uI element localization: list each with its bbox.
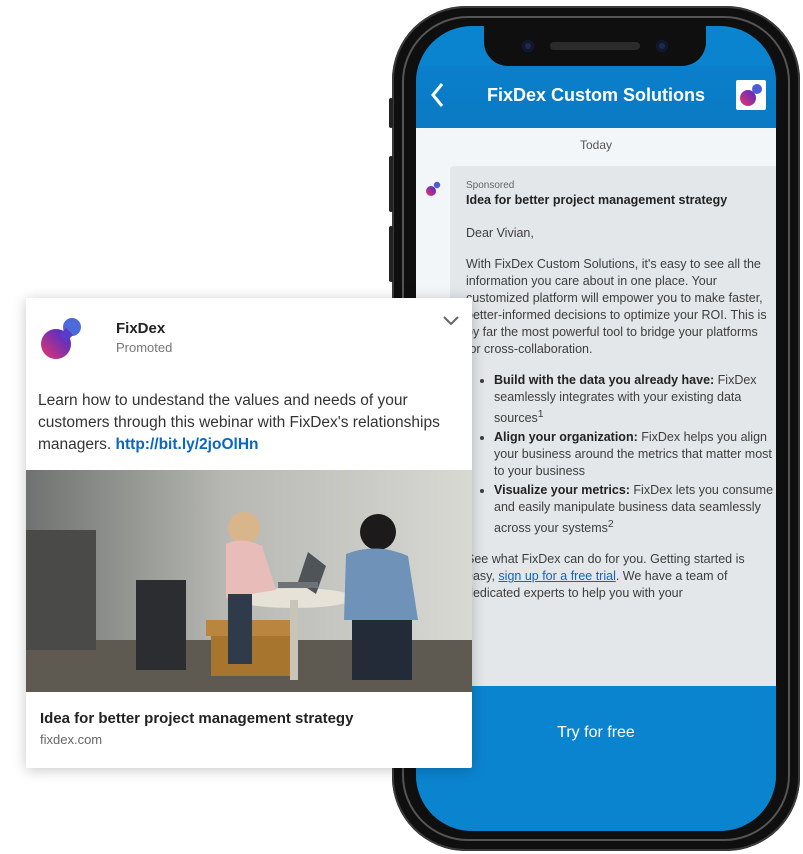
message-greeting: Dear Vivian, bbox=[466, 226, 534, 240]
chevron-left-icon[interactable] bbox=[430, 82, 454, 112]
camera-icon bbox=[522, 40, 534, 52]
benefits-list: Build with the data you already have: Fi… bbox=[466, 372, 774, 537]
sponsored-post-card[interactable]: FixDex Promoted Learn how to undestand t… bbox=[26, 298, 472, 768]
fixdex-logo-icon bbox=[424, 180, 442, 198]
company-name[interactable]: FixDex bbox=[116, 320, 165, 337]
post-text: Learn how to undestand the values and ne… bbox=[38, 392, 440, 453]
promoted-label: Promoted bbox=[116, 340, 173, 355]
list-item: Visualize your metrics: FixDex lets you … bbox=[494, 482, 774, 537]
mute-switch bbox=[389, 98, 393, 128]
conversation-title: FixDex Custom Solutions bbox=[486, 85, 706, 105]
sponsored-label: Sponsored bbox=[466, 180, 515, 191]
sponsored-message: Sponsored Idea for better project manage… bbox=[450, 166, 776, 686]
conversation-header: FixDex Custom Solutions bbox=[416, 66, 776, 128]
post-headline[interactable]: Idea for better project management strat… bbox=[40, 710, 353, 727]
message-title: Idea for better project management strat… bbox=[466, 193, 728, 207]
message-paragraph: With FixDex Custom Solutions, it's easy … bbox=[466, 257, 767, 356]
message-closing: See what FixDex can do for you. Getting … bbox=[466, 552, 745, 601]
speaker-grille bbox=[550, 42, 640, 50]
photo-two-women-at-laptop[interactable] bbox=[26, 470, 472, 692]
volume-up-button bbox=[389, 156, 393, 212]
list-item: Build with the data you already have: Fi… bbox=[494, 372, 774, 427]
fixdex-logo-icon[interactable] bbox=[36, 312, 88, 364]
phone-notch bbox=[484, 26, 706, 66]
sensor-icon bbox=[656, 40, 668, 52]
post-domain: fixdex.com bbox=[40, 732, 103, 747]
fixdex-logo-icon[interactable] bbox=[736, 80, 766, 110]
volume-down-button bbox=[389, 226, 393, 282]
list-item: Align your organization: FixDex helps yo… bbox=[494, 429, 774, 480]
date-divider: Today bbox=[579, 138, 613, 152]
chevron-down-icon[interactable] bbox=[442, 314, 460, 326]
post-link[interactable]: http://bit.ly/2joOlHn bbox=[116, 436, 259, 453]
free-trial-link[interactable]: sign up for a free trial bbox=[498, 569, 615, 583]
